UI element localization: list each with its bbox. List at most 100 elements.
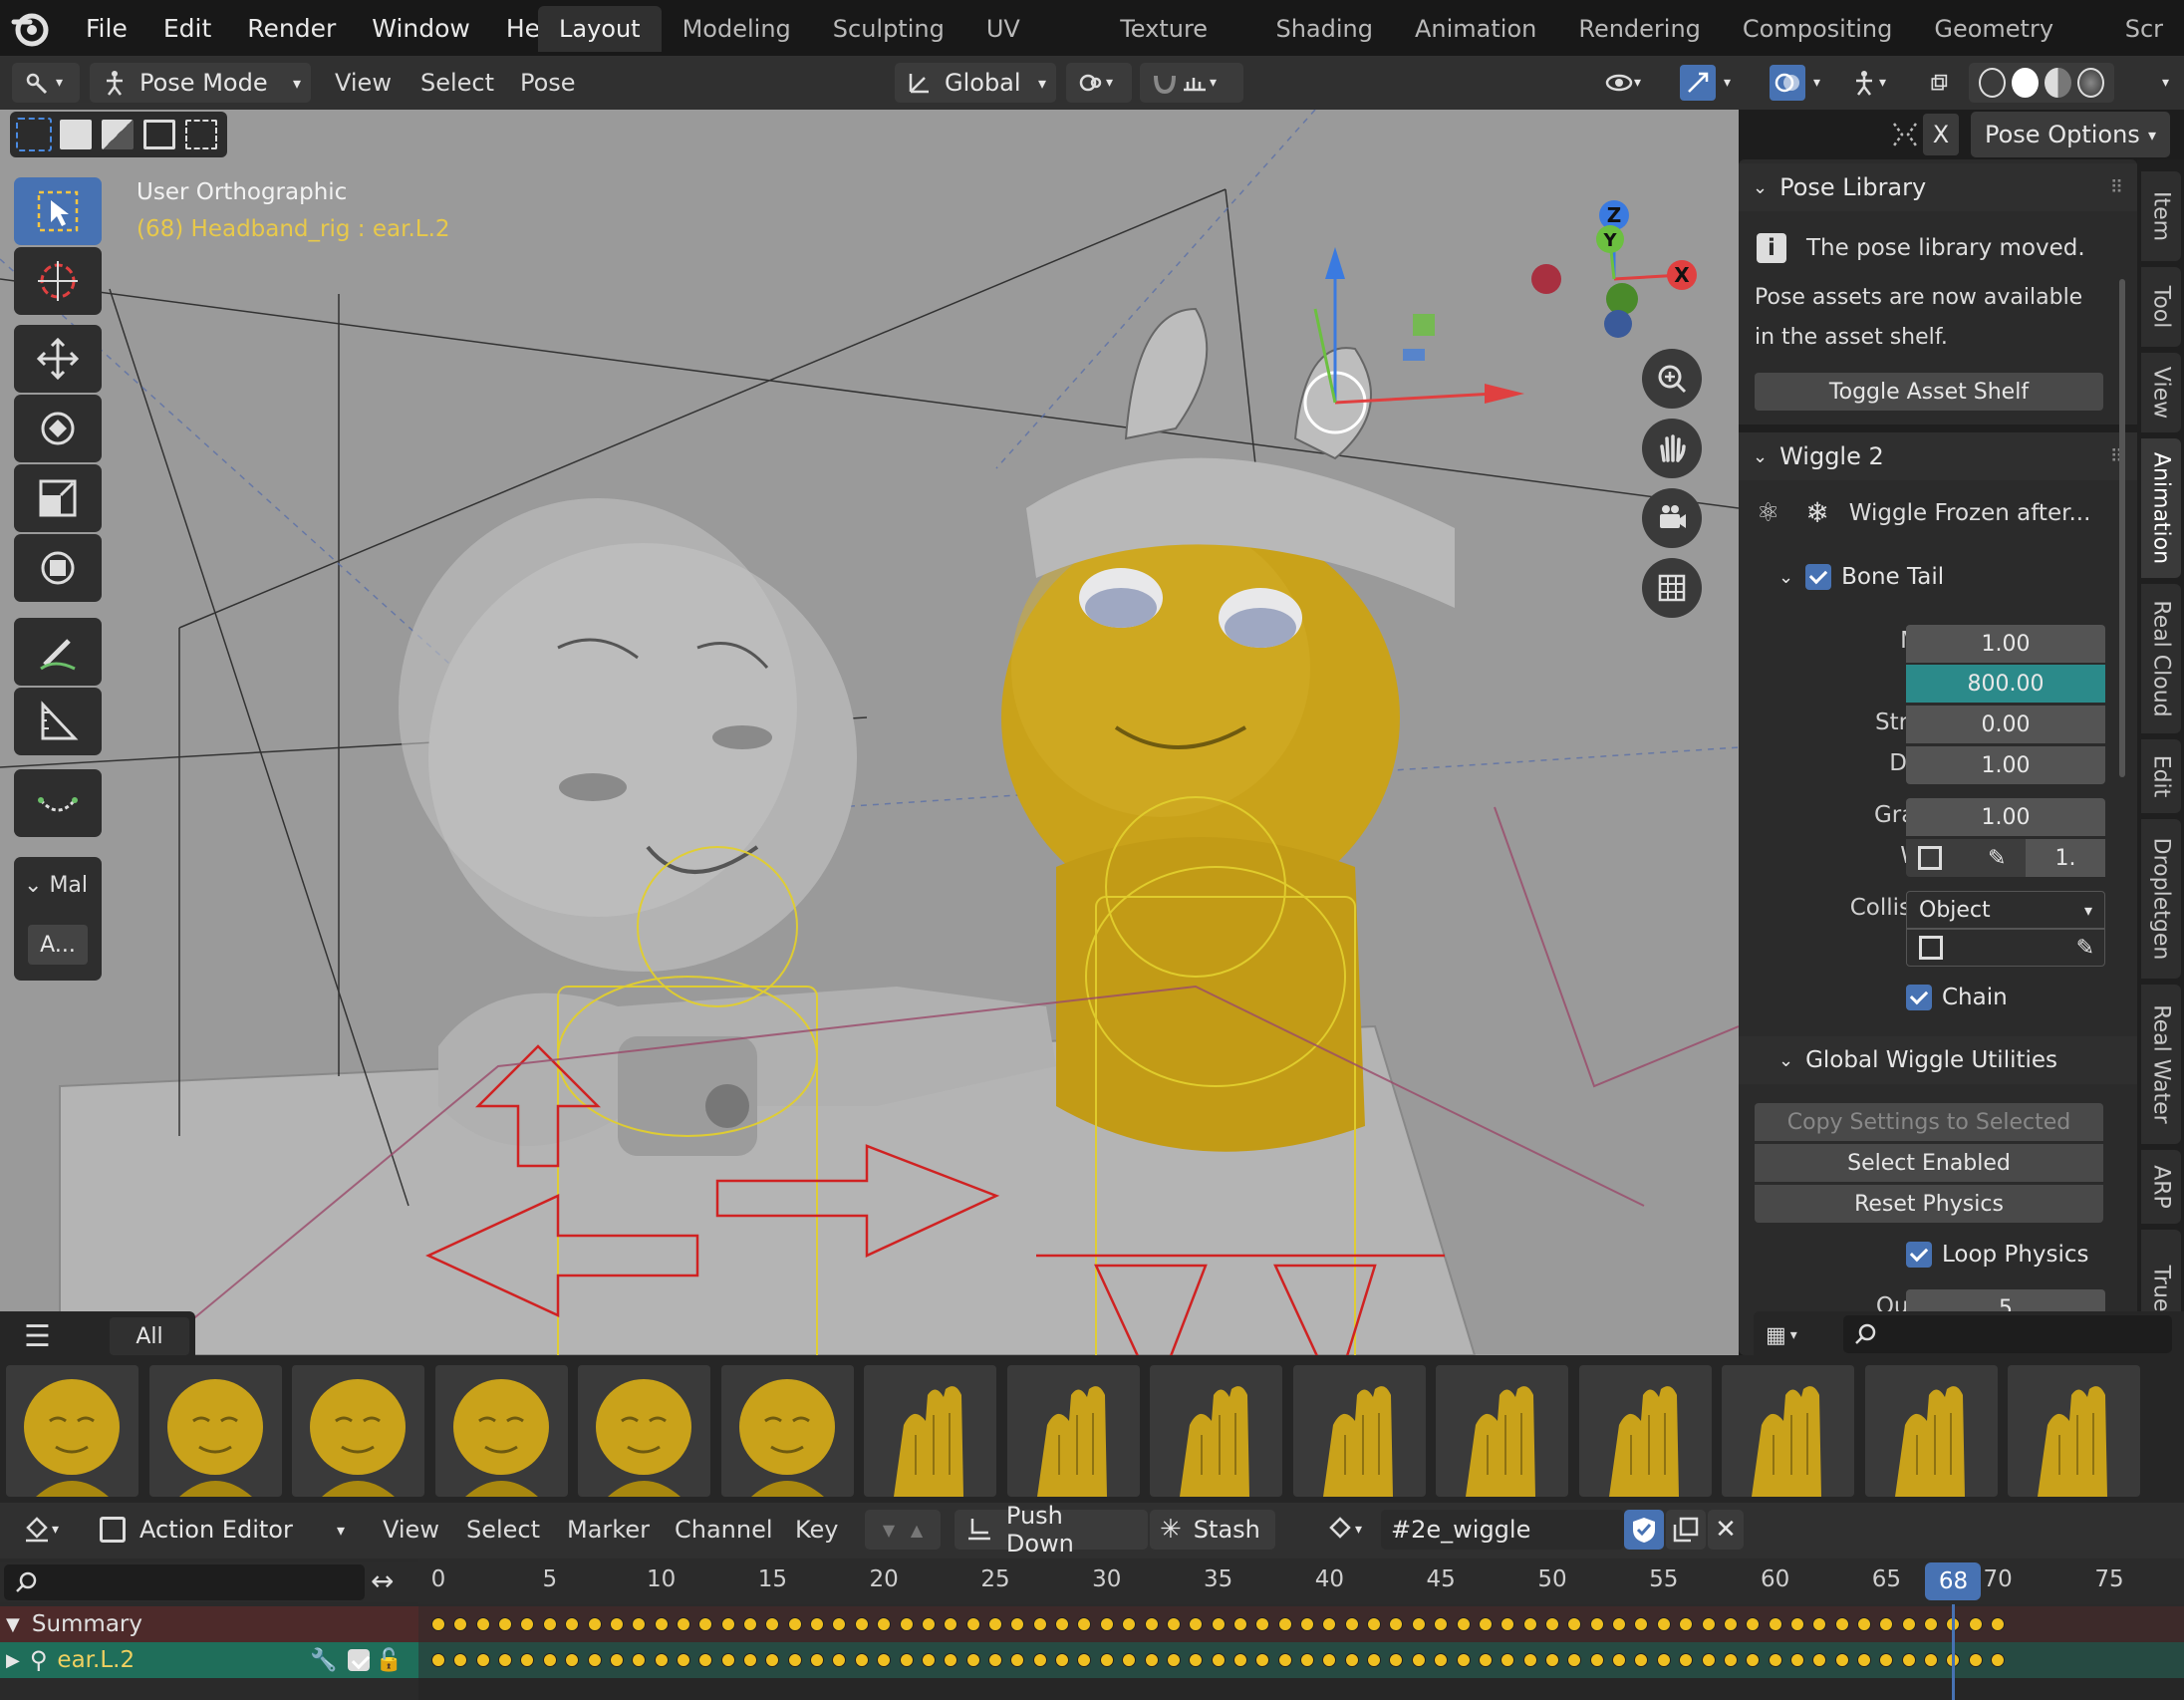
keyframe[interactable] [1032,1653,1047,1667]
pose-library-header[interactable]: ⌄ Pose Library ⠿ [1739,163,2137,211]
keyframe[interactable] [988,1653,1002,1667]
keyframe[interactable] [698,1617,713,1631]
keyframe[interactable] [587,1617,602,1631]
keyframe[interactable] [1656,1617,1671,1631]
keyframe[interactable] [787,1653,802,1667]
keyframe[interactable] [542,1617,557,1631]
keyframe[interactable] [609,1653,624,1667]
keyframe[interactable] [1456,1653,1471,1667]
menu-window[interactable]: Window [354,14,488,43]
keyframe[interactable] [1122,1617,1137,1631]
keyframe[interactable] [1434,1617,1449,1631]
asset-shelf-tab-all[interactable]: All [110,1317,189,1355]
keyframe[interactable] [854,1653,869,1667]
pan-button[interactable] [1642,419,1702,478]
keyframe[interactable] [743,1617,758,1631]
keyframe[interactable] [1144,1653,1159,1667]
keyframe[interactable] [1768,1653,1782,1667]
keyframe[interactable] [587,1653,602,1667]
keyframe[interactable] [1789,1653,1804,1667]
keyframe[interactable] [475,1617,490,1631]
reset-physics-button[interactable]: Reset Physics [1755,1185,2103,1223]
summary-keyframe-row[interactable] [418,1606,2184,1642]
3d-viewport[interactable]: User Orthographic (68) Headband_rig : ea… [0,110,1739,1355]
mass-field[interactable]: 1.00 [1906,625,2105,663]
bone-overlay-dropdown[interactable]: ▾ [1839,63,1905,103]
keyframe[interactable] [1746,1617,1761,1631]
toggle-asset-shelf-button[interactable]: Toggle Asset Shelf [1755,373,2103,411]
keyframe[interactable] [1367,1617,1382,1631]
sidebar-tab-view[interactable]: View [2141,353,2181,432]
select-subtract-icon[interactable] [102,120,134,149]
keyframe[interactable] [965,1617,980,1631]
keyframe[interactable] [520,1653,535,1667]
mirror-x-toggle[interactable]: X [1923,114,1959,155]
sidebar-scrollbar[interactable] [2119,279,2125,777]
tab-animation[interactable]: Animation [1394,6,1557,52]
select-new-icon[interactable] [16,118,52,151]
wind-strength-field[interactable]: 1. [2026,839,2105,877]
keyframe[interactable] [1612,1653,1627,1667]
channel-summary[interactable]: ▼ Summary [0,1606,418,1642]
tool-move[interactable] [14,325,102,393]
keyframe[interactable] [498,1653,513,1667]
keyframe[interactable] [1277,1653,1292,1667]
display-mode-dropdown[interactable]: ▦ ▾ [1766,1317,1825,1353]
keyframe[interactable] [1389,1617,1404,1631]
keyframe[interactable] [743,1653,758,1667]
keyframe[interactable] [1567,1617,1582,1631]
keyframe[interactable] [676,1617,690,1631]
keyframe[interactable] [1411,1653,1426,1667]
keyframe[interactable] [1055,1653,1070,1667]
keyframe[interactable] [944,1653,958,1667]
overlay-toggle[interactable]: ▾ [1760,63,1831,103]
keyframe[interactable] [1834,1653,1849,1667]
keyframe[interactable] [1055,1617,1070,1631]
wrench-icon[interactable]: 🔧 [310,1648,337,1673]
keyframe[interactable] [453,1653,468,1667]
snap-toggle[interactable]: ▾ [1140,63,1243,103]
pose-asset-thumbnail[interactable] [1292,1365,1426,1497]
keyframe[interactable] [1232,1617,1247,1631]
menu-edit[interactable]: Edit [145,14,229,43]
dope-sheet-timeline[interactable]: ↔ 0 5 10 15 20 25 30 35 40 45 50 55 60 65 70 75 68 ▼ Sum… [0,1558,2184,1700]
sidebar-tab-dropletgen[interactable]: Dropletgen [2141,819,2181,979]
custom-panel-button[interactable]: A... [28,925,88,965]
stretch-field[interactable]: 0.00 [1906,706,2105,743]
keyframe[interactable] [1701,1617,1716,1631]
pose-options-dropdown[interactable]: Pose Options ▾ [1971,112,2170,157]
keyframe[interactable] [1522,1653,1537,1667]
xray-toggle[interactable] [1919,63,1959,103]
keyframe[interactable] [1679,1617,1694,1631]
sidebar-tab-real-cloud[interactable]: Real Cloud [2141,584,2181,733]
tab-geometry-nodes[interactable]: Geometry Nodes [1913,6,2103,89]
keyframe[interactable] [1255,1653,1270,1667]
keyframe[interactable] [921,1653,936,1667]
keyframe[interactable] [654,1653,669,1667]
pin-icon[interactable]: ⚲ [30,1646,48,1674]
keyframe[interactable] [1478,1617,1493,1631]
keyframe[interactable] [1300,1617,1315,1631]
keyframe[interactable] [632,1617,647,1631]
keyframe[interactable] [1857,1617,1872,1631]
channel-search-input[interactable] [4,1564,365,1600]
keyframe[interactable] [1211,1617,1226,1631]
tool-measure[interactable] [14,688,102,755]
keyframe[interactable] [609,1617,624,1631]
keyframe[interactable] [832,1653,847,1667]
keyframe[interactable] [1968,1617,1983,1631]
solid-shading-icon[interactable] [2012,68,2039,98]
keyframe[interactable] [1634,1617,1649,1631]
keyframe[interactable] [854,1617,869,1631]
keyframe[interactable] [1589,1653,1604,1667]
stiff-field[interactable]: 800.00 [1906,665,2105,703]
wiggle-header[interactable]: ⌄ Wiggle 2 ⠿ [1739,432,2137,480]
tab-rendering[interactable]: Rendering [1557,6,1722,52]
ae-menu-select[interactable]: Select [466,1510,540,1550]
push-down-button[interactable]: Push Down [955,1502,1148,1558]
ae-menu-channel[interactable]: Channel [675,1510,773,1550]
keyframe[interactable] [1545,1617,1559,1631]
new-action-button[interactable] [1666,1510,1706,1550]
keyframe[interactable] [431,1653,445,1667]
copy-settings-button[interactable]: Copy Settings to Selected [1755,1103,2103,1141]
